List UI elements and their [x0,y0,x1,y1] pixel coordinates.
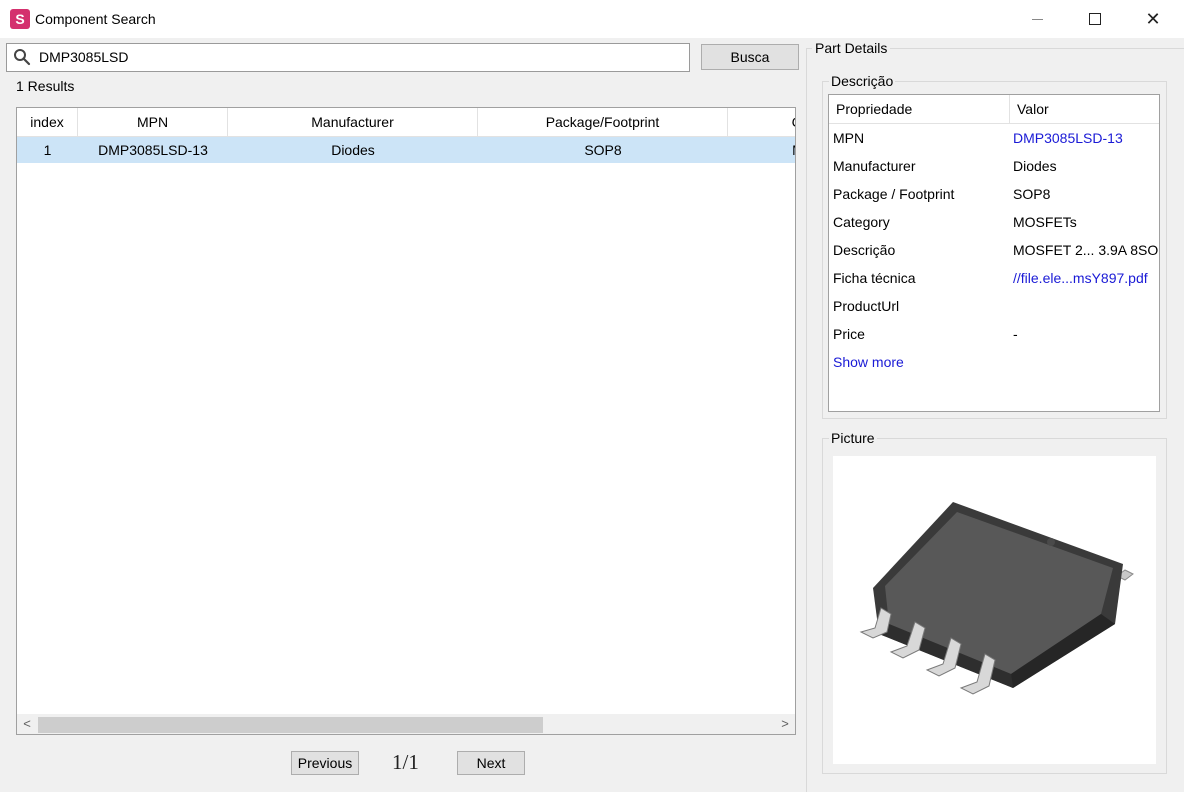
property-row: Price - [829,320,1159,348]
column-header-package[interactable]: Package/Footprint [478,108,728,136]
scroll-right-icon[interactable]: > [775,714,795,734]
maximize-icon[interactable] [1066,0,1124,38]
scrollbar-thumb[interactable] [38,717,543,733]
properties-table[interactable]: Propriedade Valor MPN DMP3085LSD-13 Manu… [828,94,1160,412]
column-header-manufacturer[interactable]: Manufacturer [228,108,478,136]
property-key: Price [833,326,865,342]
property-key: MPN [833,130,865,146]
part-details-title: Part Details [812,40,891,56]
property-row: ProductUrl [829,292,1159,320]
picture-box [833,456,1156,764]
app-icon: S [10,9,30,29]
mpn-link[interactable]: DMP3085LSD-13 [1013,124,1123,152]
show-more-row: Show more [829,348,1159,376]
window-title: Component Search [35,11,156,27]
previous-button[interactable]: Previous [291,751,359,775]
property-value: Diodes [1013,158,1057,174]
results-table[interactable]: index MPN Manufacturer Package/Footprint… [16,107,796,735]
property-key: Manufacturer [833,158,916,174]
minimize-icon[interactable] [1008,0,1066,38]
chip-image [859,502,1134,695]
cell-manufacturer: Diodes [331,142,375,158]
property-key: Package / Footprint [833,186,955,202]
property-value: MOSFET 2... 3.9A 8SO [1013,242,1159,258]
property-value: MOSFETs [1013,214,1077,230]
close-icon[interactable]: ✕ [1124,0,1182,38]
property-key: Ficha técnica [833,270,916,286]
property-value: SOP8 [1013,186,1051,202]
cell-mpn: DMP3085LSD-13 [98,142,208,158]
results-count: 1 Results [16,78,75,94]
property-row: Category MOSFETs [829,208,1159,236]
property-key: Descrição [833,242,896,258]
cell-package: SOP8 [584,142,622,158]
property-row: Manufacturer Diodes [829,152,1159,180]
property-key: ProductUrl [833,298,900,314]
property-row: Ficha técnica //file.ele...msY897.pdf [829,264,1159,292]
property-value: - [1013,326,1018,342]
next-button[interactable]: Next [457,751,525,775]
datasheet-link[interactable]: //file.ele...msY897.pdf [1013,264,1148,292]
value-column-header[interactable]: Valor [1010,95,1159,123]
title-bar: S Component Search ✕ [0,0,1184,38]
show-more-link[interactable]: Show more [833,348,904,376]
search-field[interactable] [6,43,690,72]
table-header: index MPN Manufacturer Package/Footprint… [17,108,795,137]
property-column-header[interactable]: Propriedade [829,95,1010,123]
column-header-category[interactable]: Cat [728,108,795,136]
property-key: Category [833,214,890,230]
search-input[interactable] [39,44,679,71]
column-header-mpn[interactable]: MPN [78,108,228,136]
page-indicator: 1/1 [392,750,419,774]
cell-category: MC [728,137,795,163]
property-row: Package / Footprint SOP8 [829,180,1159,208]
table-row[interactable]: 1 DMP3085LSD-13 Diodes SOP8 MC [17,137,795,163]
property-row: Descrição MOSFET 2... 3.9A 8SO [829,236,1159,264]
description-group-title: Descrição [829,73,896,89]
search-icon [14,49,31,66]
search-button[interactable]: Busca [701,44,799,70]
property-row: MPN DMP3085LSD-13 [829,124,1159,152]
horizontal-scrollbar[interactable]: < > [17,714,795,734]
picture-group-title: Picture [829,430,877,446]
scroll-left-icon[interactable]: < [17,714,37,734]
cell-index: 1 [43,142,52,158]
column-header-index[interactable]: index [17,108,78,136]
